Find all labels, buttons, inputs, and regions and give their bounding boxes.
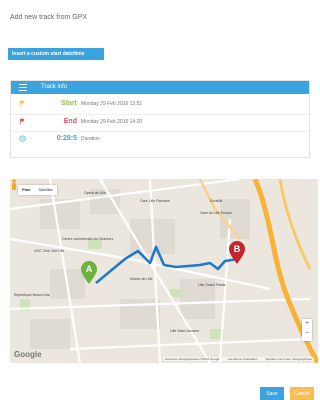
track-info-header: Track info: [11, 81, 309, 94]
map-label: UGC Ciné Cité Lille: [34, 249, 65, 253]
map-type-plan[interactable]: Plan: [18, 185, 34, 195]
map-canvas: [10, 179, 318, 363]
clock-icon: [19, 135, 26, 142]
duration-label: Duration: [81, 136, 100, 142]
marker-b-label: B: [234, 244, 241, 254]
start-value: Monday 29 Feb 2016 13:51: [81, 101, 143, 107]
map-label: Lille Grand Palais: [198, 283, 226, 287]
attribution-data: Données cartographiques ©2016 Google: [165, 357, 220, 361]
end-label: End: [63, 118, 77, 125]
map-label: Euralille: [210, 199, 223, 203]
track-info-title: Track info: [41, 84, 68, 90]
map-type-control: Plan Satellite: [18, 185, 57, 195]
map-label: Lille Saint-Sauveur: [170, 329, 200, 333]
map-label: Opéra de Lille: [84, 191, 106, 195]
marker-b-icon[interactable]: B: [228, 241, 246, 265]
google-logo: Google: [14, 350, 42, 359]
map-label: Musée de Lille: [130, 277, 153, 281]
end-row: End Monday 29 Feb 2016 14:20: [11, 114, 309, 128]
street-view-icon[interactable]: [10, 179, 18, 191]
page-title: Add new track from GPX: [10, 14, 88, 21]
zoom-in-button[interactable]: +: [302, 319, 312, 329]
map-label: Centre commercial Les Tanneurs: [62, 237, 114, 241]
custom-date-button[interactable]: Insert a custom start date/time: [8, 48, 104, 60]
marker-a-label: A: [86, 264, 93, 274]
flag-start-icon: [20, 100, 25, 107]
track-info-panel: Track info Start Monday 29 Feb 2016 13:5…: [10, 80, 310, 158]
map-type-satellite[interactable]: Satellite: [34, 185, 56, 195]
attribution-report[interactable]: Signaler une erreur cartographique: [265, 357, 312, 361]
end-value: Monday 29 Feb 2016 14:20: [81, 119, 143, 125]
map-label: Gare Lille Flandres: [140, 199, 170, 203]
map-label: Gare de Lille Europe: [200, 211, 233, 215]
zoom-control: + −: [302, 319, 312, 341]
attribution-terms[interactable]: Conditions d'utilisation: [228, 357, 258, 361]
marker-a-icon[interactable]: A: [80, 261, 98, 285]
zoom-out-button[interactable]: −: [302, 329, 312, 339]
map-attribution: Données cartographiques ©2016 Google Con…: [163, 357, 314, 361]
cancel-button[interactable]: Cancel: [290, 387, 314, 400]
map-label: République Beaux Arts: [14, 293, 50, 297]
list-icon: [19, 84, 27, 91]
duration-row: 0:29:5 Duration: [11, 131, 309, 145]
flag-end-icon: [20, 118, 25, 125]
start-row: Start Monday 29 Feb 2016 13:51: [11, 97, 309, 111]
duration-value: 0:29:5: [56, 135, 77, 142]
save-button[interactable]: Save: [260, 387, 284, 400]
route-map[interactable]: Plan Satellite Opéra de Lille Gare Lille…: [10, 179, 318, 363]
start-label: Start: [61, 100, 77, 107]
